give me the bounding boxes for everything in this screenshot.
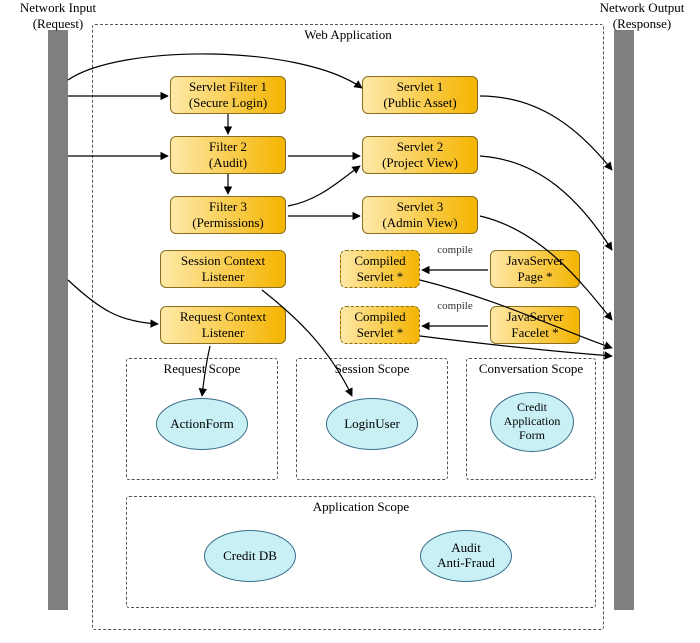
application-scope-box: Application Scope (126, 496, 596, 608)
filter-3-node: Filter 3(Permissions) (170, 196, 286, 234)
web-application-title: Web Application (93, 27, 603, 43)
compiled-servlet-1-node: CompiledServlet * (340, 250, 420, 288)
compile-label-1: compile (428, 244, 482, 256)
network-input-bar (48, 30, 68, 610)
creditdb-bean: Credit DB (204, 530, 296, 582)
servlet-3-node: Servlet 3(Admin View) (362, 196, 478, 234)
session-scope-title: Session Scope (297, 361, 447, 377)
request-scope-title: Request Scope (127, 361, 277, 377)
network-output-bar (614, 30, 634, 610)
filter-2-node: Filter 2(Audit) (170, 136, 286, 174)
session-listener-node: Session ContextListener (160, 250, 286, 288)
jsf-node: JavaServerFacelet * (490, 306, 580, 344)
loginuser-bean: LoginUser (326, 398, 418, 450)
compiled-servlet-2-node: CompiledServlet * (340, 306, 420, 344)
compile-label-2: compile (428, 300, 482, 312)
filter-1-node: Servlet Filter 1(Secure Login) (170, 76, 286, 114)
actionform-bean: ActionForm (156, 398, 248, 450)
servlet-2-node: Servlet 2(Project View) (362, 136, 478, 174)
jsp-node: JavaServerPage * (490, 250, 580, 288)
audit-bean: AuditAnti-Fraud (420, 530, 512, 582)
conversation-scope-title: Conversation Scope (467, 361, 595, 377)
request-listener-node: Request ContextListener (160, 306, 286, 344)
creditform-bean: CreditApplicationForm (490, 392, 574, 452)
servlet-1-node: Servlet 1(Public Asset) (362, 76, 478, 114)
application-scope-title: Application Scope (127, 499, 595, 515)
diagram-root: Network Input(Request) Network Output(Re… (0, 0, 700, 643)
